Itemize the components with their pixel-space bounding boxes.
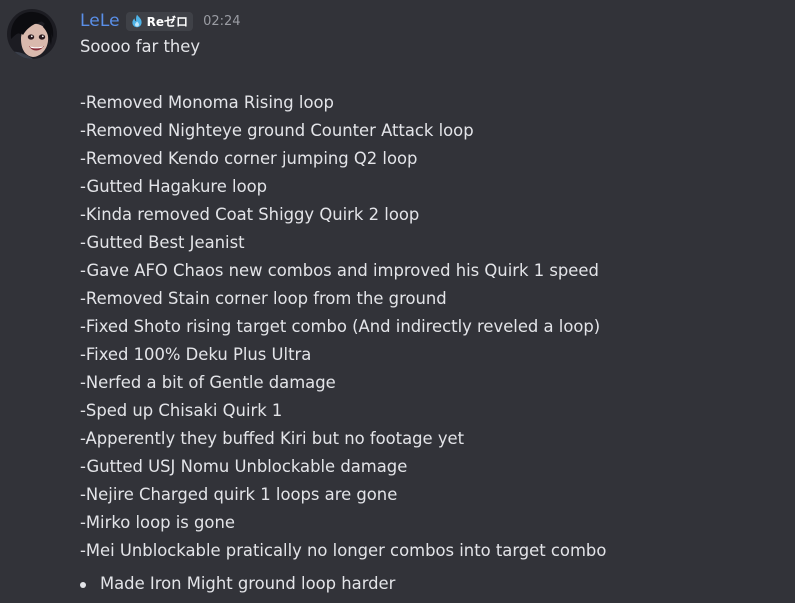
avatar[interactable] [7, 9, 57, 59]
message-line: -Nejire Charged quirk 1 loops are gone [80, 485, 398, 504]
guild-tag-label: Reゼロ [146, 14, 189, 29]
message-line: -Kinda removed Coat Shiggy Quirk 2 loop [80, 205, 420, 224]
guild-tag[interactable]: Reゼロ [125, 11, 194, 31]
message-line: -Gutted Best Jeanist [80, 233, 245, 252]
bullet-list: Made Iron Might ground loop harder [80, 569, 780, 599]
bullet-dot-icon [80, 582, 86, 588]
list-item: Made Iron Might ground loop harder [80, 569, 780, 599]
message-line: -Nerfed a bit of Gentle damage [80, 373, 336, 392]
flame-icon [132, 14, 142, 28]
chat-message: LeLe Reゼロ 02:24 Soooo far they -Removed … [0, 0, 795, 603]
message-intro: Soooo far they [80, 37, 201, 56]
message-line: -Apperently they buffed Kiri but no foot… [80, 429, 465, 448]
message-line: -Removed Nighteye ground Counter Attack … [80, 121, 474, 140]
message-line: -Removed Monoma Rising loop [80, 93, 334, 112]
message-line: -Mei Unblockable pratically no longer co… [80, 541, 607, 560]
message-line: -Fixed Shoto rising target combo (And in… [80, 317, 601, 336]
list-item-text: Made Iron Might ground loop harder [100, 574, 396, 593]
message-line: -Fixed 100% Deku Plus Ultra [80, 345, 312, 364]
message-line: -Mirko loop is gone [80, 513, 235, 532]
message-line: -Removed Stain corner loop from the grou… [80, 289, 447, 308]
message-content: Soooo far they -Removed Monoma Rising lo… [80, 33, 780, 599]
message-header: LeLe Reゼロ 02:24 [80, 10, 241, 32]
username[interactable]: LeLe [80, 11, 120, 31]
timestamp[interactable]: 02:24 [203, 14, 240, 29]
message-line: -Gutted USJ Nomu Unblockable damage [80, 457, 408, 476]
message-line: -Removed Kendo corner jumping Q2 loop [80, 149, 418, 168]
message-line: -Gave AFO Chaos new combos and improved … [80, 261, 599, 280]
avatar-image [7, 9, 57, 59]
message-line: -Sped up Chisaki Quirk 1 [80, 401, 283, 420]
message-line: -Gutted Hagakure loop [80, 177, 268, 196]
